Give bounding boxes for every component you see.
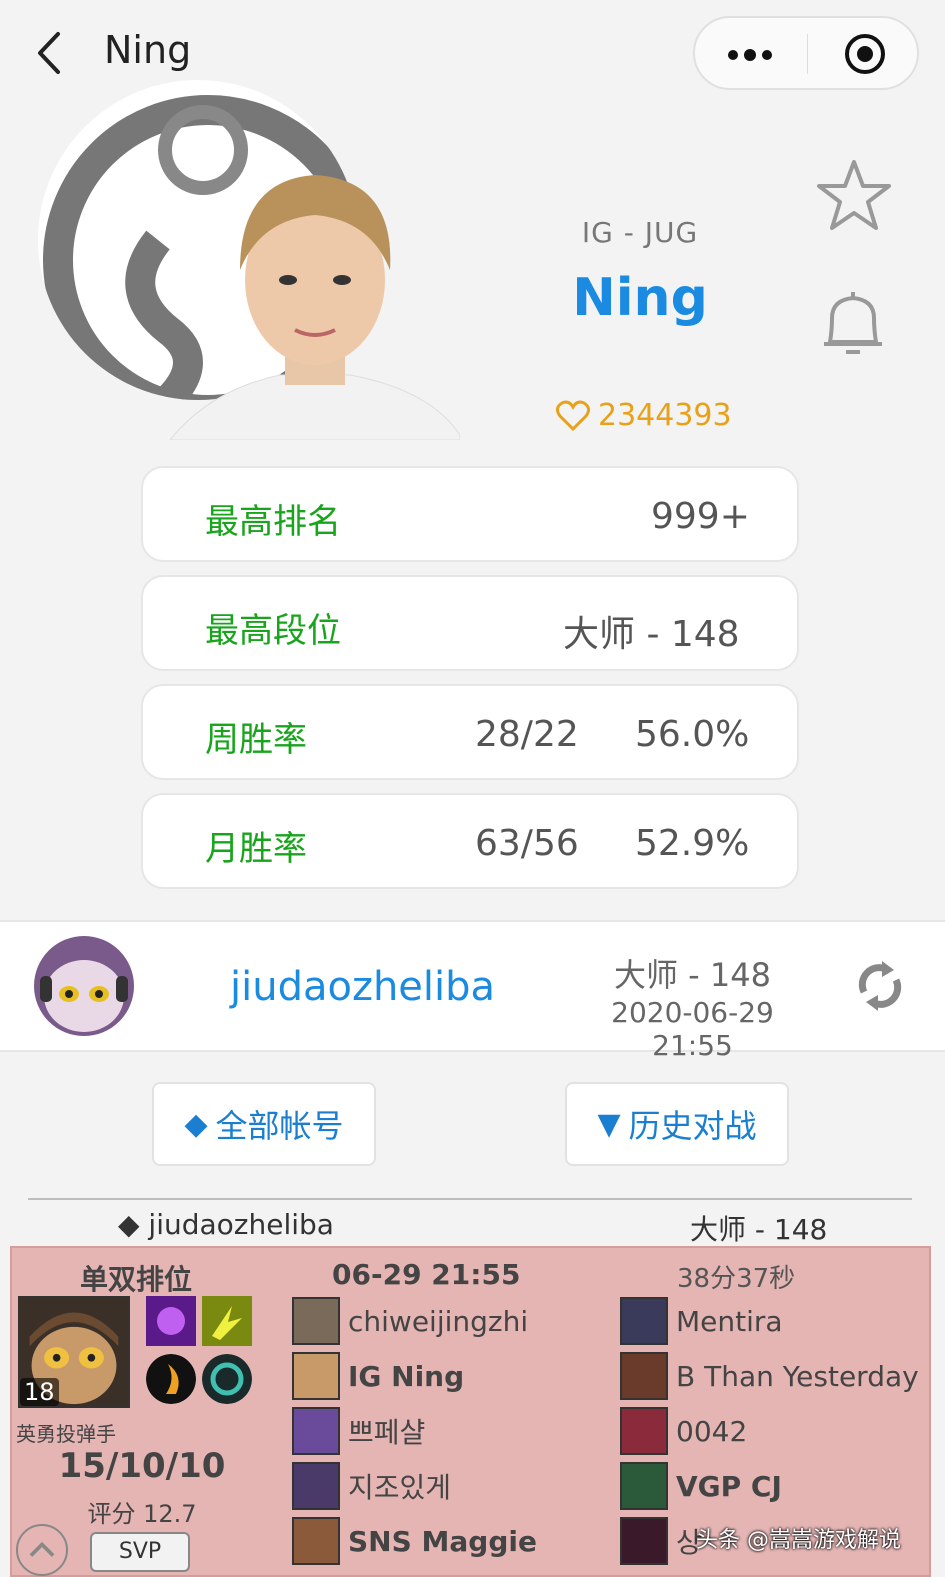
stat-value: 大师 - 148: [563, 614, 740, 655]
stat-weekly-winrate: 周胜率 28/22 56.0%: [141, 684, 799, 780]
player-name: VGP CJ: [676, 1469, 782, 1503]
champion-level: 18: [20, 1378, 59, 1406]
summoner-spell-icon: [146, 1296, 196, 1346]
champion-thumbnail: [292, 1517, 340, 1565]
team-blue-player[interactable]: 쁘페샬: [292, 1406, 425, 1456]
champion-thumbnail: [620, 1462, 668, 1510]
team-red-player[interactable]: Mentira: [620, 1296, 783, 1346]
watermark: 头条 @嵩嵩游戏解说: [696, 1528, 901, 1553]
player-name: B Than Yesterday: [676, 1359, 919, 1393]
notification-bell-icon[interactable]: [818, 286, 888, 358]
stat-percent: 56.0%: [635, 714, 750, 755]
like-counter[interactable]: 2344393: [556, 398, 732, 433]
stat-record: 63/56: [475, 823, 579, 864]
history-rank: 大师 - 148: [690, 1213, 828, 1246]
stat-label: 周胜率: [205, 720, 307, 760]
all-accounts-label: 全部帐号: [215, 1107, 344, 1145]
diamond-icon: ◆: [184, 1106, 208, 1142]
svp-badge: SVP: [90, 1532, 190, 1572]
match-score: 评分 12.7: [87, 1500, 197, 1528]
account-avatar: [34, 936, 134, 1036]
stat-label: 最高排名: [205, 502, 341, 542]
flash-spell-icon: [202, 1296, 252, 1346]
all-accounts-button[interactable]: ◆ 全部帐号: [152, 1082, 376, 1166]
account-name[interactable]: jiudaozheliba: [230, 964, 495, 1010]
player-name: chiweijingzhi: [348, 1304, 529, 1338]
stat-record: 28/22: [475, 714, 579, 755]
champion-name: 英勇投弹手: [16, 1422, 116, 1446]
stat-value: 999+: [651, 496, 750, 537]
team-blue-player[interactable]: chiweijingzhi: [292, 1296, 528, 1346]
secondary-rune-icon: [202, 1354, 252, 1404]
favorite-star-icon[interactable]: [816, 158, 892, 234]
player-name: 0042: [676, 1414, 748, 1448]
player-name: SNS Maggie: [348, 1524, 537, 1558]
match-duration: 38分37秒: [677, 1264, 796, 1294]
heart-icon: [556, 400, 590, 431]
team-red-player[interactable]: 상: [620, 1516, 702, 1566]
champion-thumbnail: [292, 1352, 340, 1400]
stat-highest-ranking: 最高排名 999+: [141, 466, 799, 562]
champion-thumbnail: [620, 1352, 668, 1400]
player-name: Mentira: [676, 1304, 783, 1338]
primary-rune-icon: [146, 1354, 196, 1404]
team-red-player[interactable]: 0042: [620, 1406, 747, 1456]
team-blue-player[interactable]: IG Ning: [292, 1351, 464, 1401]
team-red-player[interactable]: B Than Yesterday: [620, 1351, 919, 1401]
match-mode: 单双排位: [80, 1263, 193, 1296]
collapse-chevron-icon[interactable]: [16, 1524, 68, 1576]
player-photo: [170, 175, 460, 440]
like-count: 2344393: [598, 398, 732, 433]
account-summary[interactable]: jiudaozheliba 大师 - 148 2020-06-29 21:55: [0, 920, 945, 1062]
champion-thumbnail: [620, 1407, 668, 1455]
mini-program-capsule: [693, 16, 919, 90]
match-date: 06-29 21:55: [332, 1258, 521, 1291]
capsule-divider: [807, 34, 808, 74]
history-account: ◆ jiudaozheliba: [118, 1208, 334, 1241]
team-blue-player[interactable]: 지조있게: [292, 1461, 451, 1511]
stat-percent: 52.9%: [635, 823, 750, 864]
champion-thumbnail: [292, 1462, 340, 1510]
stat-label: 最高段位: [205, 611, 341, 651]
stat-label: 月胜率: [205, 829, 307, 869]
refresh-icon[interactable]: [852, 958, 908, 1014]
match-history-button[interactable]: ▼ 历史对战: [565, 1082, 789, 1166]
back-arrow-icon[interactable]: [30, 28, 70, 78]
account-rank: 大师 - 148: [614, 956, 771, 994]
champion-thumbnail: [620, 1297, 668, 1345]
match-kda: 15/10/10: [58, 1446, 226, 1486]
team-red-player[interactable]: VGP CJ: [620, 1461, 782, 1511]
stat-highest-tier: 最高段位 大师 - 148: [141, 575, 799, 671]
champion-thumbnail: [292, 1407, 340, 1455]
player-name: 지조있게: [348, 1471, 452, 1504]
triangle-down-icon: ▼: [597, 1106, 621, 1142]
more-icon[interactable]: [725, 40, 775, 70]
team-position: IG - JUG: [581, 216, 699, 249]
team-blue-player[interactable]: SNS Maggie: [292, 1516, 537, 1566]
player-name: Ning: [572, 268, 708, 328]
stat-monthly-winrate: 月胜率 63/56 52.9%: [141, 793, 799, 889]
page-title: Ning: [104, 28, 192, 72]
champion-thumbnail: [620, 1517, 668, 1565]
champion-thumbnail: [292, 1297, 340, 1345]
close-target-icon[interactable]: [843, 32, 887, 76]
section-divider: [28, 1198, 912, 1200]
match-history-label: 历史对战: [628, 1107, 757, 1145]
player-name: 쁘페샬: [348, 1416, 426, 1449]
player-name: IG Ning: [348, 1359, 465, 1393]
account-update-time: 2020-06-29 21:55: [611, 996, 774, 1062]
